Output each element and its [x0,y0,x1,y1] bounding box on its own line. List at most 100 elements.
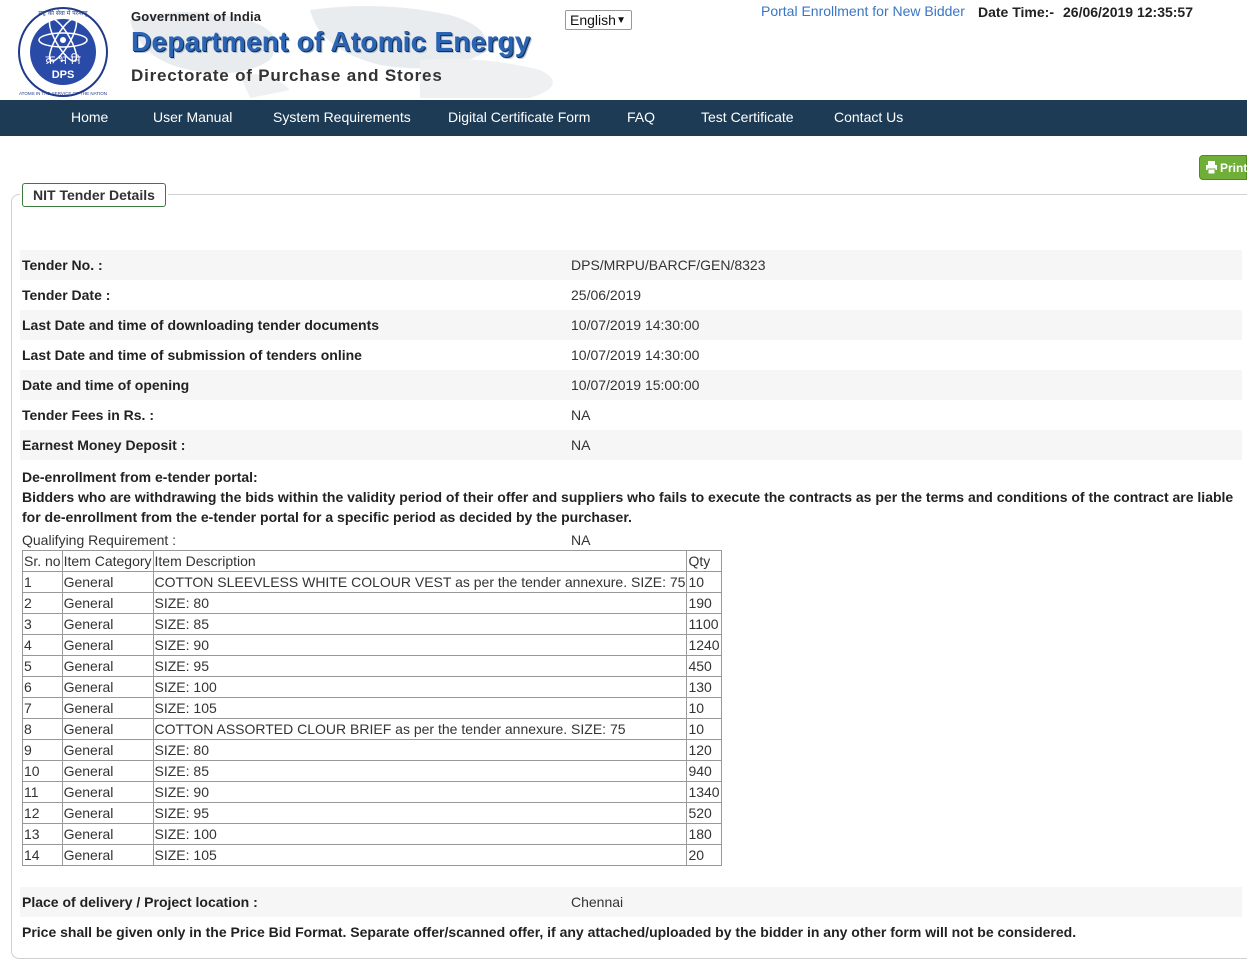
cell-item-description: SIZE: 85 [152,613,688,635]
directorate-title: Directorate of Purchase and Stores [131,66,443,85]
header-item-description: Item Description [152,550,688,572]
cell-qty: 10 [686,718,722,740]
cell-item-description: SIZE: 80 [152,592,688,614]
detail-label: Date and time of opening [22,377,190,393]
qualifying-value: NA [571,532,591,548]
main-nav: Home User Manual System Requirements Dig… [0,100,1247,136]
deenrollment-title: De-enrollment from e-tender portal: [22,469,258,485]
detail-row-tender-date: Tender Date : 25/06/2019 [20,280,1242,310]
nav-contact-us[interactable]: Contact Us [834,109,903,125]
cell-sr-no: 5 [22,655,63,677]
cell-item-description: SIZE: 85 [152,760,688,782]
table-row: 5 General SIZE: 95 450 [22,655,722,677]
portal-enrollment-link[interactable]: Portal Enrollment for New Bidder [761,3,965,19]
chevron-down-icon: ▼ [616,15,626,26]
cell-item-description: COTTON ASSORTED CLOUR BRIEF as per the t… [152,718,688,740]
cell-sr-no: 14 [22,844,63,866]
detail-value: NA [571,407,591,423]
items-table: Sr. no Item Category Item Description Qt… [22,550,722,866]
qualifying-label: Qualifying Requirement : [22,532,177,548]
table-row: 4 General SIZE: 90 1240 [22,634,722,656]
cell-qty: 520 [686,802,722,824]
header-qty: Qty [686,550,722,572]
table-row: 9 General SIZE: 80 120 [22,739,722,761]
header-item-category: Item Category [61,550,154,572]
detail-row-emd: Earnest Money Deposit : NA [20,430,1242,460]
government-text: Government of India [131,9,262,24]
detail-label: Tender Date : [22,287,111,303]
cell-sr-no: 2 [22,592,63,614]
print-label: Print [1220,161,1247,175]
cell-sr-no: 1 [22,571,63,593]
cell-item-description: SIZE: 80 [152,739,688,761]
cell-item-category: General [61,802,154,824]
table-row: 14 General SIZE: 105 20 [22,844,722,866]
printer-icon [1206,161,1217,174]
detail-label: Tender Fees in Rs. : [22,407,154,423]
language-value: English [570,12,616,28]
deenrollment-notice: De-enrollment from e-tender portal: Bidd… [22,467,1240,527]
cell-sr-no: 4 [22,634,63,656]
cell-item-category: General [61,781,154,803]
table-row: 2 General SIZE: 80 190 [22,592,722,614]
cell-item-description: SIZE: 95 [152,655,688,677]
detail-row-tender-no: Tender No. : DPS/MRPU/BARCF/GEN/8323 [20,250,1242,280]
print-button[interactable]: Print [1199,155,1247,180]
detail-row-opening-date: Date and time of opening 10/07/2019 15:0… [20,370,1242,400]
language-select[interactable]: English ▼ [565,10,632,30]
logo-hindi-text: क्र भं नि [45,53,80,67]
cell-sr-no: 6 [22,676,63,698]
detail-value: 10/07/2019 14:30:00 [571,347,700,363]
department-title: Department of Atomic Energy [131,26,531,57]
cell-qty: 130 [686,676,722,698]
cell-item-category: General [61,697,154,719]
cell-qty: 20 [686,844,722,866]
table-row: 12 General SIZE: 95 520 [22,802,722,824]
nav-user-manual[interactable]: User Manual [153,109,232,125]
nav-faq[interactable]: FAQ [627,109,655,125]
cell-item-category: General [61,676,154,698]
cell-item-category: General [61,655,154,677]
logo-dps-text: DPS [52,69,75,81]
detail-row-place: Place of delivery / Project location : C… [20,887,1242,917]
logo-bottom-text: ATOMS IN THE SERVICE OF THE NATION [19,91,107,96]
date-time-value: 26/06/2019 12:35:57 [1063,4,1193,20]
nav-home[interactable]: Home [71,109,108,125]
cell-qty: 180 [686,823,722,845]
cell-sr-no: 13 [22,823,63,845]
table-row: 10 General SIZE: 85 940 [22,760,722,782]
cell-qty: 1100 [686,613,722,635]
nav-system-requirements[interactable]: System Requirements [273,109,411,125]
cell-item-category: General [61,613,154,635]
place-label: Place of delivery / Project location : [22,894,258,910]
cell-qty: 1340 [686,781,722,803]
cell-item-description: SIZE: 100 [152,823,688,845]
cell-item-description: COTTON SLEEVLESS WHITE COLOUR VEST as pe… [152,571,688,593]
detail-row-submission-date: Last Date and time of submission of tend… [20,340,1242,370]
nav-digital-certificate-form[interactable]: Digital Certificate Form [448,109,590,125]
deenrollment-text: Bidders who are withdrawing the bids wit… [22,489,1234,525]
cell-item-category: General [61,634,154,656]
cell-qty: 10 [686,697,722,719]
table-row: 13 General SIZE: 100 180 [22,823,722,845]
cell-sr-no: 8 [22,718,63,740]
cell-item-description: SIZE: 105 [152,697,688,719]
cell-item-description: SIZE: 100 [152,676,688,698]
cell-sr-no: 10 [22,760,63,782]
cell-sr-no: 7 [22,697,63,719]
nav-test-certificate[interactable]: Test Certificate [701,109,794,125]
cell-item-category: General [61,823,154,845]
detail-label: Earnest Money Deposit : [22,437,186,453]
cell-sr-no: 9 [22,739,63,761]
table-row: 3 General SIZE: 85 1100 [22,613,722,635]
cell-item-category: General [61,844,154,866]
detail-value: 10/07/2019 14:30:00 [571,317,700,333]
table-header-row: Sr. no Item Category Item Description Qt… [22,550,722,572]
cell-item-category: General [61,718,154,740]
price-note: Price shall be given only in the Price B… [22,924,1077,940]
cell-item-description: SIZE: 90 [152,634,688,656]
header-sr-no: Sr. no [22,550,63,572]
site-header: क्र भं नि DPS राष्ट्र की सेवा में परमाणु… [0,0,1247,100]
logo-top-text: राष्ट्र की सेवा में परमाणु [38,9,88,17]
table-row: 6 General SIZE: 100 130 [22,676,722,698]
